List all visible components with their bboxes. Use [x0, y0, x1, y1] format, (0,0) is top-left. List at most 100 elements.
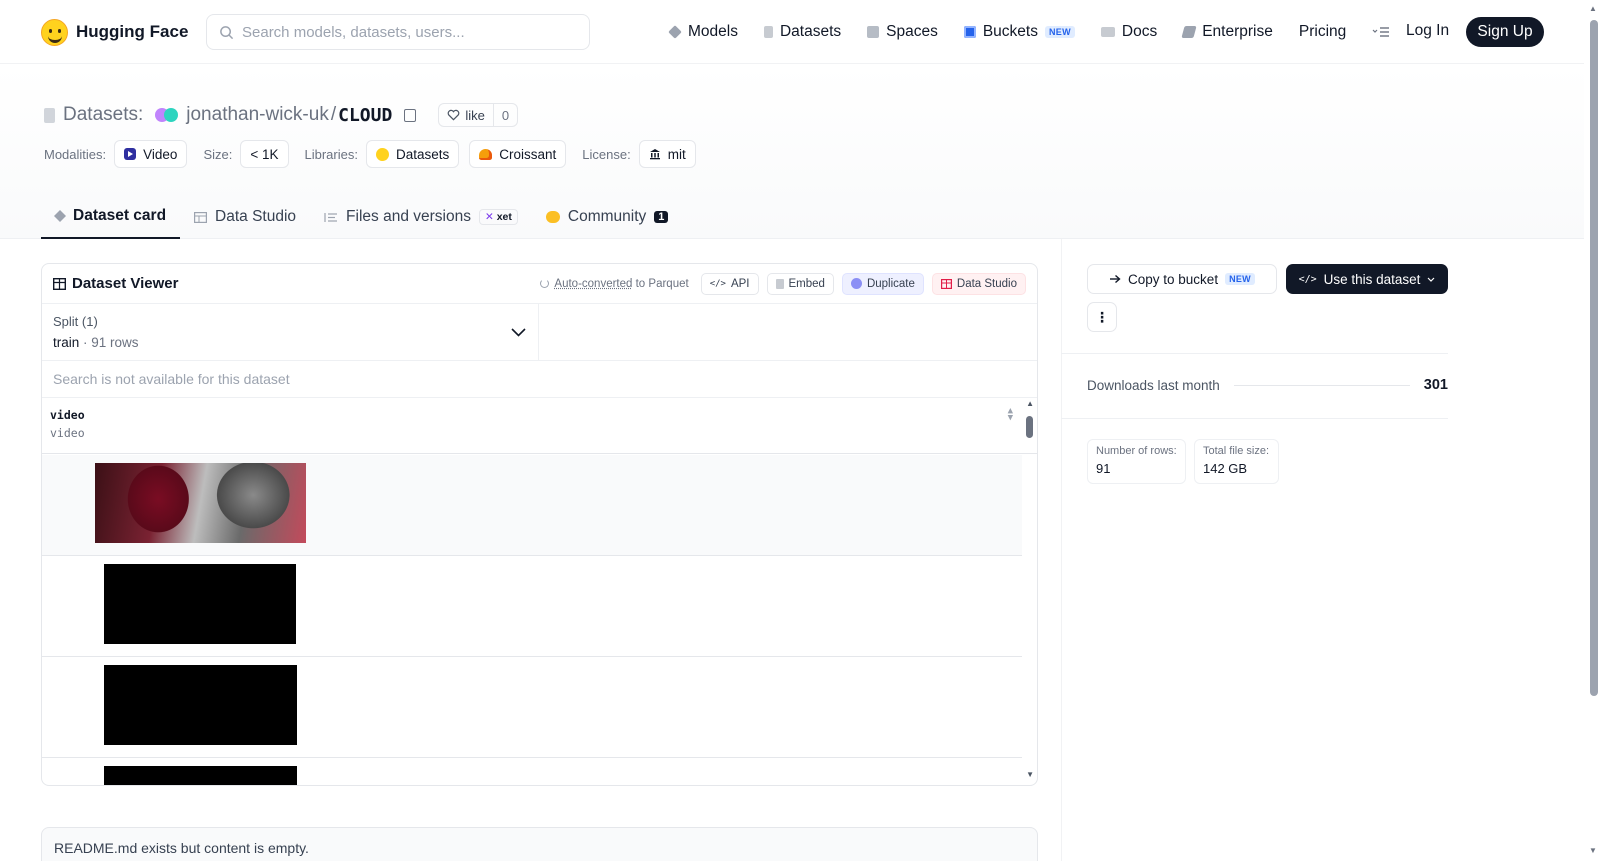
duplicate-button[interactable]: Duplicate	[841, 272, 924, 295]
viewer-actions: Auto-converted to Parquet </> API Embed …	[540, 272, 1026, 295]
column-header-video[interactable]: video video ▲ ▼	[42, 398, 1037, 454]
login-link[interactable]: Log In	[1406, 22, 1449, 40]
embed-button[interactable]: Embed	[766, 272, 834, 295]
search-input[interactable]: Search models, datasets, users...	[206, 14, 590, 50]
sidebar-divider	[1061, 239, 1062, 861]
scroll-down-icon[interactable]: ▼	[1589, 846, 1597, 855]
like-label-wrap: like	[439, 104, 494, 126]
tab-community[interactable]: Community 1	[532, 195, 683, 239]
split-name: train	[53, 335, 80, 350]
refresh-icon	[540, 279, 550, 288]
tab-data-studio[interactable]: Data Studio	[180, 195, 310, 239]
tab-dataset-card-label: Dataset card	[73, 207, 167, 224]
duplicate-icon	[850, 278, 862, 289]
copy-icon[interactable]	[404, 108, 417, 122]
size-tag[interactable]: < 1K	[240, 140, 289, 168]
library-tag-croissant[interactable]: Croissant	[469, 140, 567, 168]
spaces-icon	[867, 26, 880, 38]
data-studio-label: Data Studio	[956, 277, 1017, 290]
split-selector[interactable]: Split (1) train · 91 rows	[42, 304, 539, 360]
more-options-button[interactable]: ⋮	[1087, 302, 1117, 332]
library-datasets-label: Datasets	[395, 146, 450, 162]
nav-links: Models Datasets Spaces Buckets NEW Docs …	[668, 18, 1390, 46]
scroll-up-icon[interactable]: ▲	[1026, 399, 1034, 408]
copy-to-bucket-button[interactable]: Copy to bucket NEW	[1087, 264, 1277, 294]
nav-buckets[interactable]: Buckets NEW	[963, 23, 1075, 41]
nav-enterprise[interactable]: Enterprise	[1181, 23, 1273, 41]
api-button[interactable]: </> API	[700, 272, 759, 295]
auto-converted-link[interactable]: Auto-converted	[554, 278, 632, 290]
new-badge: NEW	[1225, 273, 1255, 285]
datasets-icon	[763, 26, 773, 38]
arrow-right-icon	[1110, 274, 1121, 284]
split-dot: ·	[79, 335, 92, 350]
table-row	[42, 657, 1022, 758]
enterprise-icon	[1181, 26, 1197, 38]
page-scrollbar[interactable]: ▲ ▼	[1587, 0, 1600, 861]
breadcrumb-separator: /	[330, 104, 337, 125]
readme-empty-notice: README.md exists but content is empty.	[41, 827, 1038, 861]
viewer-title-text: Dataset Viewer	[72, 275, 179, 292]
sidebar-separator	[1061, 418, 1448, 419]
more-menu-button[interactable]	[1372, 26, 1390, 38]
sort-icon[interactable]: ▲ ▼	[1008, 407, 1013, 423]
brand-name: Hugging Face	[76, 22, 189, 41]
like-button[interactable]: like 0	[438, 103, 519, 127]
table-row	[42, 556, 1022, 657]
tab-dataset-card[interactable]: Dataset card	[41, 195, 181, 239]
xet-badge: ✕ xet	[478, 209, 518, 225]
modality-tag-video[interactable]: Video	[114, 140, 188, 168]
video-thumbnail[interactable]	[104, 665, 297, 745]
community-icon	[545, 211, 560, 223]
nav-pricing[interactable]: Pricing	[1299, 23, 1346, 41]
license-tag[interactable]: mit	[638, 140, 696, 168]
video-thumbnail[interactable]	[104, 564, 296, 644]
scroll-thumb[interactable]	[1026, 416, 1033, 438]
xet-icon: ✕	[484, 211, 494, 223]
api-label: API	[730, 277, 750, 290]
rows-count-label: Number of rows:	[1096, 445, 1177, 457]
video-thumbnail[interactable]	[104, 766, 297, 785]
top-nav: Hugging Face Search models, datasets, us…	[0, 0, 1584, 64]
use-this-dataset-label: Use this dataset	[1323, 271, 1421, 287]
new-badge: NEW	[1044, 26, 1075, 38]
table-icon	[194, 211, 208, 223]
nav-datasets[interactable]: Datasets	[763, 23, 841, 41]
downloads-stat: Downloads last month 301	[1087, 377, 1448, 393]
nav-models[interactable]: Models	[668, 23, 738, 41]
downloads-label: Downloads last month	[1087, 377, 1220, 393]
heart-icon	[447, 109, 460, 121]
avatar[interactable]	[155, 108, 179, 122]
breadcrumb-owner[interactable]: jonathan-wick-uk	[186, 104, 329, 126]
hugging-face-logo-icon	[41, 18, 68, 46]
nav-docs[interactable]: Docs	[1100, 23, 1157, 41]
nav-pricing-label: Pricing	[1298, 23, 1347, 40]
breadcrumb-kind[interactable]: Datasets:	[63, 104, 143, 126]
data-studio-button[interactable]: Data Studio	[931, 272, 1026, 295]
nav-enterprise-label: Enterprise	[1202, 23, 1273, 40]
nav-spaces[interactable]: Spaces	[867, 23, 938, 41]
use-this-dataset-button[interactable]: </> Use this dataset	[1286, 264, 1448, 294]
dataset-name[interactable]: CLOUD	[338, 105, 392, 126]
column-type: video	[50, 426, 85, 440]
dataset-viewer: Dataset Viewer Auto-converted to Parquet…	[41, 263, 1038, 786]
video-thumbnail[interactable]	[95, 463, 306, 543]
brand-logo[interactable]: Hugging Face	[41, 17, 188, 47]
page-scroll-thumb[interactable]	[1590, 20, 1598, 696]
library-tag-datasets[interactable]: Datasets	[365, 140, 460, 168]
community-count-badge: 1	[654, 211, 669, 223]
scroll-down-icon[interactable]: ▼	[1026, 770, 1034, 779]
viewer-scrollbar[interactable]: ▲ ▼	[1023, 399, 1037, 779]
models-icon	[668, 25, 682, 39]
split-value: train · 91 rows	[53, 335, 527, 350]
embed-icon	[775, 278, 784, 289]
signup-button[interactable]: Sign Up	[1466, 17, 1544, 47]
tab-data-studio-label: Data Studio	[215, 208, 297, 225]
tab-files[interactable]: Files and versions ✕ xet	[310, 195, 532, 239]
rows-count-stat: Number of rows: 91	[1087, 439, 1186, 484]
scroll-up-icon[interactable]: ▲	[1589, 4, 1597, 13]
repo-tabs: Dataset card Data Studio Files and versi…	[41, 195, 682, 239]
column-name: video	[50, 408, 85, 422]
tab-community-label: Community	[567, 208, 647, 225]
tab-files-label: Files and versions	[346, 208, 471, 225]
